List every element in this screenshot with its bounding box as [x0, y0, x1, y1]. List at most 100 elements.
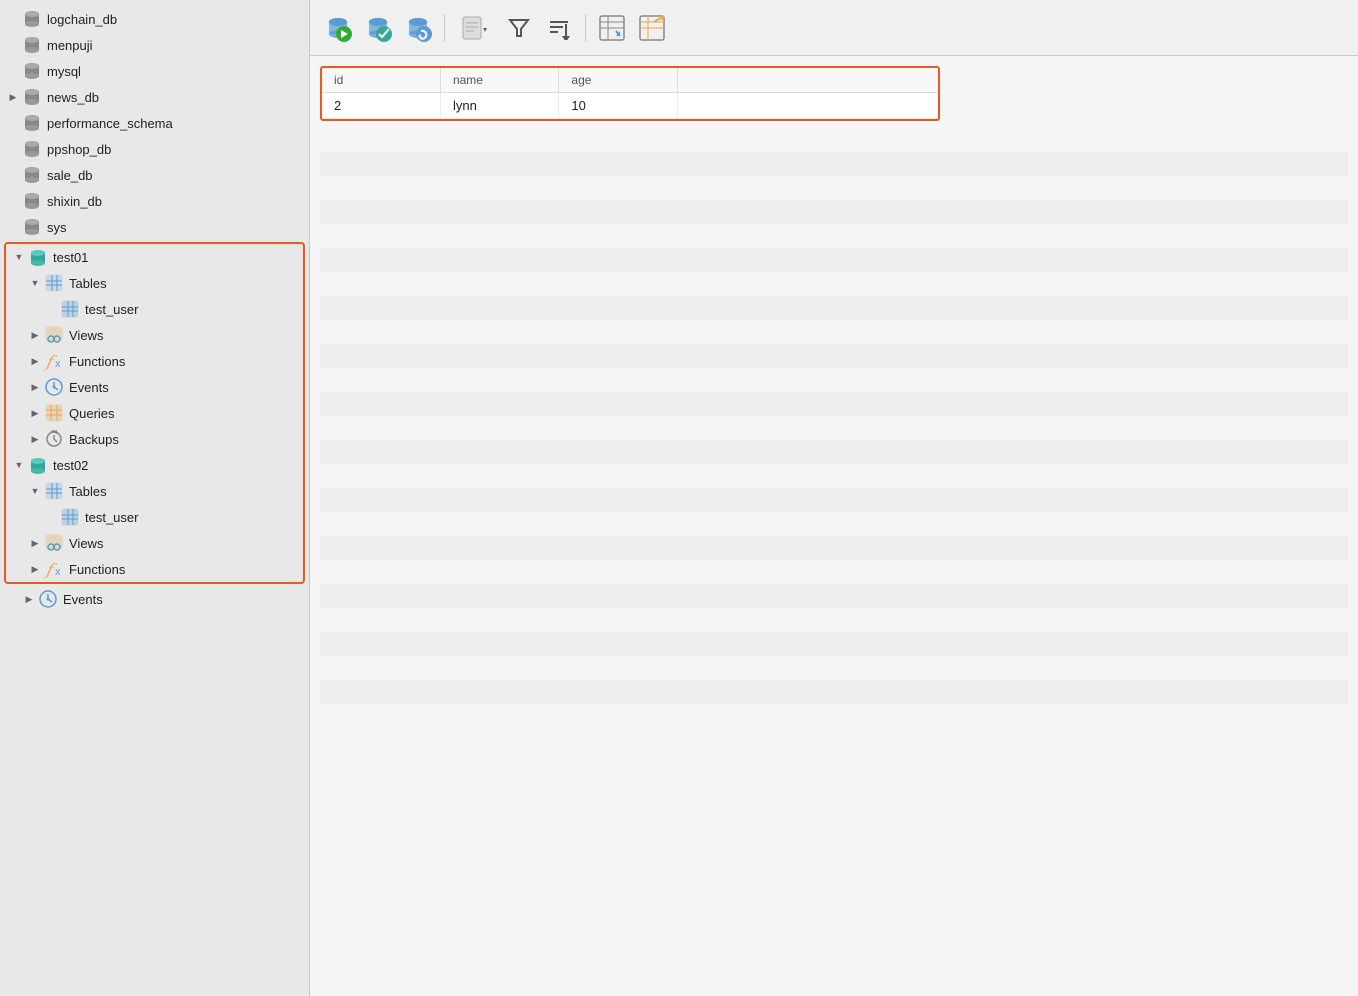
sidebar-label-test02: test02 [53, 458, 88, 473]
sidebar-item-test02[interactable]: test02 [6, 452, 303, 478]
sidebar-item-functions-test01[interactable]: 𝑓 x Functions [6, 348, 303, 374]
col-header-name[interactable]: name [440, 68, 558, 93]
import-button[interactable] [634, 10, 670, 46]
table-icon-test_user-test02 [60, 507, 80, 527]
cell-name: lynn [440, 93, 558, 119]
chevron-functions-test01 [28, 354, 42, 368]
chevron-test02 [12, 458, 26, 472]
sidebar-label-views-test01: Views [69, 328, 103, 343]
empty-rows [320, 128, 1348, 728]
sidebar-label-test_user-test02: test_user [85, 510, 138, 525]
sidebar-label-tables-test01: Tables [69, 276, 107, 291]
sidebar-item-events-test01[interactable]: Events [6, 374, 303, 400]
sidebar-label-events-test02-below: Events [63, 592, 103, 607]
results-area: id name age 2 lynn 10 [310, 56, 1358, 996]
chevron-tables-test01 [28, 276, 42, 290]
sidebar-item-tables-test01[interactable]: Tables [6, 270, 303, 296]
sidebar-item-ppshop_db[interactable]: ppshop_db [0, 136, 309, 162]
db-icon-sys [22, 217, 42, 237]
queries-icon-test01 [44, 403, 64, 423]
selected-databases-group: test01 Tables [4, 242, 305, 584]
views-icon-test01 [44, 325, 64, 345]
run-button[interactable] [320, 10, 356, 46]
col-header-empty [677, 68, 938, 93]
db-icon-sale_db [22, 165, 42, 185]
sidebar-label-backups-test01: Backups [69, 432, 119, 447]
toolbar-separator-1 [444, 14, 445, 42]
toolbar-separator-2 [585, 14, 586, 42]
refresh-button[interactable] [400, 10, 436, 46]
sidebar-label-performance_schema: performance_schema [47, 116, 173, 131]
export-button[interactable] [594, 10, 630, 46]
col-header-age[interactable]: age [559, 68, 677, 93]
sidebar-label-sale_db: sale_db [47, 168, 93, 183]
sidebar-item-menpuji[interactable]: menpuji [0, 32, 309, 58]
result-table: id name age 2 lynn 10 [322, 68, 938, 119]
chevron-views-test02 [28, 536, 42, 550]
sidebar-item-news_db[interactable]: news_db [0, 84, 309, 110]
sidebar-label-shixin_db: shixin_db [47, 194, 102, 209]
table-icon-test_user-test01 [60, 299, 80, 319]
tables-icon-test01 [44, 273, 64, 293]
sidebar-item-backups-test01[interactable]: Backups [6, 426, 303, 452]
db-icon-shixin_db [22, 191, 42, 211]
sidebar-item-tables-test02[interactable]: Tables [6, 478, 303, 504]
cell-age: 10 [559, 93, 677, 119]
sidebar-label-queries-test01: Queries [69, 406, 115, 421]
sidebar-item-test_user-test01[interactable]: test_user [6, 296, 303, 322]
sidebar-label-views-test02: Views [69, 536, 103, 551]
sidebar-item-views-test02[interactable]: Views [6, 530, 303, 556]
db-icon-news_db [22, 87, 42, 107]
sidebar-item-test_user-test02[interactable]: test_user [6, 504, 303, 530]
sidebar-label-sys: sys [47, 220, 67, 235]
chevron-news_db [6, 90, 20, 104]
tables-icon-test02 [44, 481, 64, 501]
svg-text:x: x [55, 358, 61, 370]
svg-text:x: x [55, 566, 61, 578]
sidebar-label-news_db: news_db [47, 90, 99, 105]
db-icon-test01 [28, 247, 48, 267]
sidebar-item-performance_schema[interactable]: performance_schema [0, 110, 309, 136]
sidebar-label-functions-test01: Functions [69, 354, 125, 369]
functions-icon-test01: 𝑓 x [44, 351, 64, 371]
col-header-id[interactable]: id [322, 68, 440, 93]
filter-button[interactable] [501, 10, 537, 46]
db-icon-logchain_db [22, 9, 42, 29]
sidebar-item-sale_db[interactable]: sale_db [0, 162, 309, 188]
sort-button[interactable] [541, 10, 577, 46]
db-icon-menpuji [22, 35, 42, 55]
sidebar-item-sys[interactable]: sys [0, 214, 309, 240]
chevron-test01 [12, 250, 26, 264]
sidebar-item-queries-test01[interactable]: Queries [6, 400, 303, 426]
query-button[interactable] [453, 10, 497, 46]
chevron-views-test01 [28, 328, 42, 342]
sidebar-item-mysql[interactable]: mysql [0, 58, 309, 84]
sidebar: logchain_db menpuji mysql [0, 0, 310, 996]
backups-icon-test01 [44, 429, 64, 449]
db-icon-ppshop_db [22, 139, 42, 159]
sidebar-label-logchain_db: logchain_db [47, 12, 117, 27]
chevron-backups-test01 [28, 432, 42, 446]
cell-id: 2 [322, 93, 440, 119]
sidebar-label-tables-test02: Tables [69, 484, 107, 499]
db-icon-performance_schema [22, 113, 42, 133]
sidebar-item-events-test02[interactable]: Events [0, 586, 309, 612]
table-row[interactable]: 2 lynn 10 [322, 93, 938, 119]
result-table-wrapper: id name age 2 lynn 10 [320, 66, 940, 121]
sidebar-label-ppshop_db: ppshop_db [47, 142, 111, 157]
sidebar-item-functions-test02[interactable]: 𝑓 x Functions [6, 556, 303, 582]
sidebar-label-functions-test02: Functions [69, 562, 125, 577]
chevron-events-test02 [22, 592, 36, 606]
sidebar-item-views-test01[interactable]: Views [6, 322, 303, 348]
commit-button[interactable] [360, 10, 396, 46]
sidebar-label-menpuji: menpuji [47, 38, 93, 53]
main-panel: id name age 2 lynn 10 [310, 0, 1358, 996]
db-icon-mysql [22, 61, 42, 81]
sidebar-label-mysql: mysql [47, 64, 81, 79]
toolbar [310, 0, 1358, 56]
sidebar-item-test01[interactable]: test01 [6, 244, 303, 270]
sidebar-label-test_user-test01: test_user [85, 302, 138, 317]
sidebar-item-logchain_db[interactable]: logchain_db [0, 6, 309, 32]
sidebar-item-shixin_db[interactable]: shixin_db [0, 188, 309, 214]
chevron-functions-test02 [28, 562, 42, 576]
